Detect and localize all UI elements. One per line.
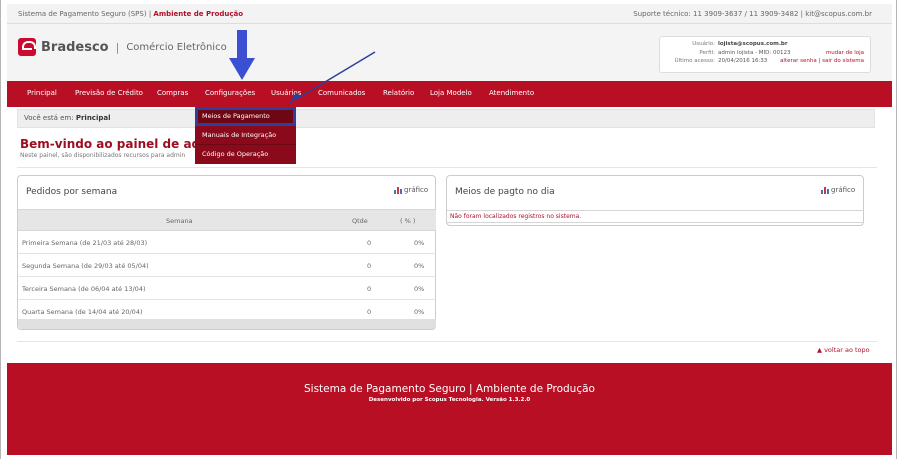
support-info: Suporte técnico: 11 3909-3637 / 11 3909-…	[633, 10, 872, 18]
change-store-link[interactable]: mudar de loja	[826, 50, 864, 56]
back-to-top-link[interactable]: ▲ voltar ao topo	[817, 346, 870, 354]
chart-link-label: gráfico	[404, 186, 429, 194]
brand-subtitle: Comércio Eletrônico	[126, 41, 227, 53]
bar-chart-icon	[394, 186, 402, 194]
menu-item-codigo-de-operacao[interactable]: Código de Operação	[195, 145, 296, 164]
user-info-box: Usuário: lojista@scopus.com.br Perfil: a…	[659, 36, 871, 73]
column-header-qtde[interactable]: Qtde	[352, 217, 368, 225]
brand-separator: |	[115, 40, 120, 54]
nav-item-configuracoes[interactable]: Configurações	[205, 89, 255, 97]
week-cell: Segunda Semana (de 29/03 até 05/04)	[22, 262, 149, 270]
orders-by-week-panel: Pedidos por semana gráfico Semana Qtde (…	[17, 175, 436, 330]
change-password-logout-links[interactable]: alterar senha | sair do sistema	[780, 58, 864, 64]
panel-title: Meios de pagto no dia	[455, 187, 555, 197]
brand-name: Bradesco	[41, 39, 109, 55]
footer-subtitle: Desenvolvido por Scopus Tecnologia. Vers…	[368, 397, 531, 403]
system-name: Sistema de Pagamento Seguro (SPS)	[18, 10, 147, 18]
divider	[17, 167, 877, 168]
payment-methods-today-panel: Meios de pagto no dia gráfico Não foram …	[446, 175, 864, 226]
orders-chart-link[interactable]: gráfico	[394, 186, 428, 194]
pct-cell: 0%	[414, 308, 425, 316]
table-footer	[18, 319, 436, 329]
breadcrumb-prefix: Você está em:	[24, 114, 74, 122]
menu-item-manuais-de-integracao[interactable]: Manuais de Integração	[195, 126, 296, 145]
environment-label: Ambiente de Produção	[153, 10, 244, 18]
column-header-semana[interactable]: Semana	[166, 217, 193, 225]
footer: Sistema de Pagamento Seguro | Ambiente d…	[7, 363, 892, 455]
empty-message: Não foram localizados registros no siste…	[447, 210, 864, 223]
table-header: Semana Qtde ( % )	[18, 209, 436, 231]
last-access-label: Último acesso:	[674, 58, 715, 64]
qty-cell: 0	[367, 285, 372, 293]
breadcrumb-current: Principal	[75, 114, 111, 122]
breadcrumb: Você está em: Principal	[17, 109, 875, 128]
annotation-pointer-arrow-icon	[289, 51, 376, 104]
table-row: Primeira Semana (de 21/03 até 28/03) 0 0…	[18, 231, 436, 254]
last-access-row: Último acesso: 20/04/2016 16:33 alterar …	[660, 58, 872, 66]
week-cell: Primeira Semana (de 21/03 até 28/03)	[22, 239, 148, 247]
payments-chart-link[interactable]: gráfico	[821, 186, 855, 194]
footer-title: Sistema de Pagamento Seguro | Ambiente d…	[304, 383, 595, 395]
panel-title: Pedidos por semana	[26, 187, 118, 197]
nav-item-principal[interactable]: Principal	[27, 89, 57, 97]
chart-link-label: gráfico	[831, 186, 856, 194]
page-subtitle: Neste painel, são disponibilizados recur…	[20, 152, 186, 159]
header: Bradesco | Comércio Eletrônico Usuário: …	[7, 24, 892, 81]
main-navigation: Principal Previsão de Crédito Compras Co…	[7, 81, 892, 107]
week-cell: Quarta Semana (de 14/04 até 20/04)	[22, 308, 143, 316]
menu-item-meios-de-pagamento[interactable]: Meios de Pagamento	[195, 107, 296, 126]
qty-cell: 0	[367, 308, 372, 316]
profile-value: admin lojista - MID: 00123	[718, 50, 791, 56]
last-access-value: 20/04/2016 16:33	[718, 58, 768, 64]
user-label: Usuário:	[692, 41, 715, 47]
nav-item-previsao-credito[interactable]: Previsão de Crédito	[75, 89, 143, 97]
nav-item-loja-modelo[interactable]: Loja Modelo	[430, 89, 472, 97]
profile-label: Perfil:	[699, 50, 715, 56]
table-row: Segunda Semana (de 29/03 até 05/04) 0 0%	[18, 254, 436, 277]
user-row: Usuário: lojista@scopus.com.br	[660, 41, 872, 49]
qty-cell: 0	[367, 239, 372, 247]
profile-row: Perfil: admin lojista - MID: 00123 mudar…	[660, 50, 872, 58]
configuracoes-dropdown-menu: Meios de Pagamento Manuais de Integração…	[195, 107, 296, 164]
page: Sistema de Pagamento Seguro (SPS) | Ambi…	[7, 4, 892, 455]
bradesco-logo-icon	[18, 38, 36, 56]
divider	[17, 341, 877, 342]
nav-item-atendimento[interactable]: Atendimento	[489, 89, 534, 97]
screenshot-frame: Sistema de Pagamento Seguro (SPS) | Ambi…	[0, 0, 897, 459]
week-cell: Terceira Semana (de 06/04 até 13/04)	[22, 285, 146, 293]
nav-item-relatorio[interactable]: Relatório	[383, 89, 414, 97]
column-header-percent[interactable]: ( % )	[400, 217, 415, 225]
nav-item-compras[interactable]: Compras	[157, 89, 188, 97]
user-value: lojista@scopus.com.br	[718, 41, 788, 47]
bar-chart-icon	[821, 186, 829, 194]
pct-cell: 0%	[414, 262, 425, 270]
annotation-arrow-down-icon	[229, 30, 255, 80]
system-info: Sistema de Pagamento Seguro (SPS) | Ambi…	[18, 10, 243, 18]
system-separator: |	[148, 10, 152, 18]
top-info-bar: Sistema de Pagamento Seguro (SPS) | Ambi…	[7, 4, 892, 24]
logo[interactable]: Bradesco | Comércio Eletrônico	[18, 37, 227, 57]
table-row: Terceira Semana (de 06/04 até 13/04) 0 0…	[18, 277, 436, 300]
pct-cell: 0%	[414, 239, 425, 247]
pct-cell: 0%	[414, 285, 425, 293]
qty-cell: 0	[367, 262, 372, 270]
